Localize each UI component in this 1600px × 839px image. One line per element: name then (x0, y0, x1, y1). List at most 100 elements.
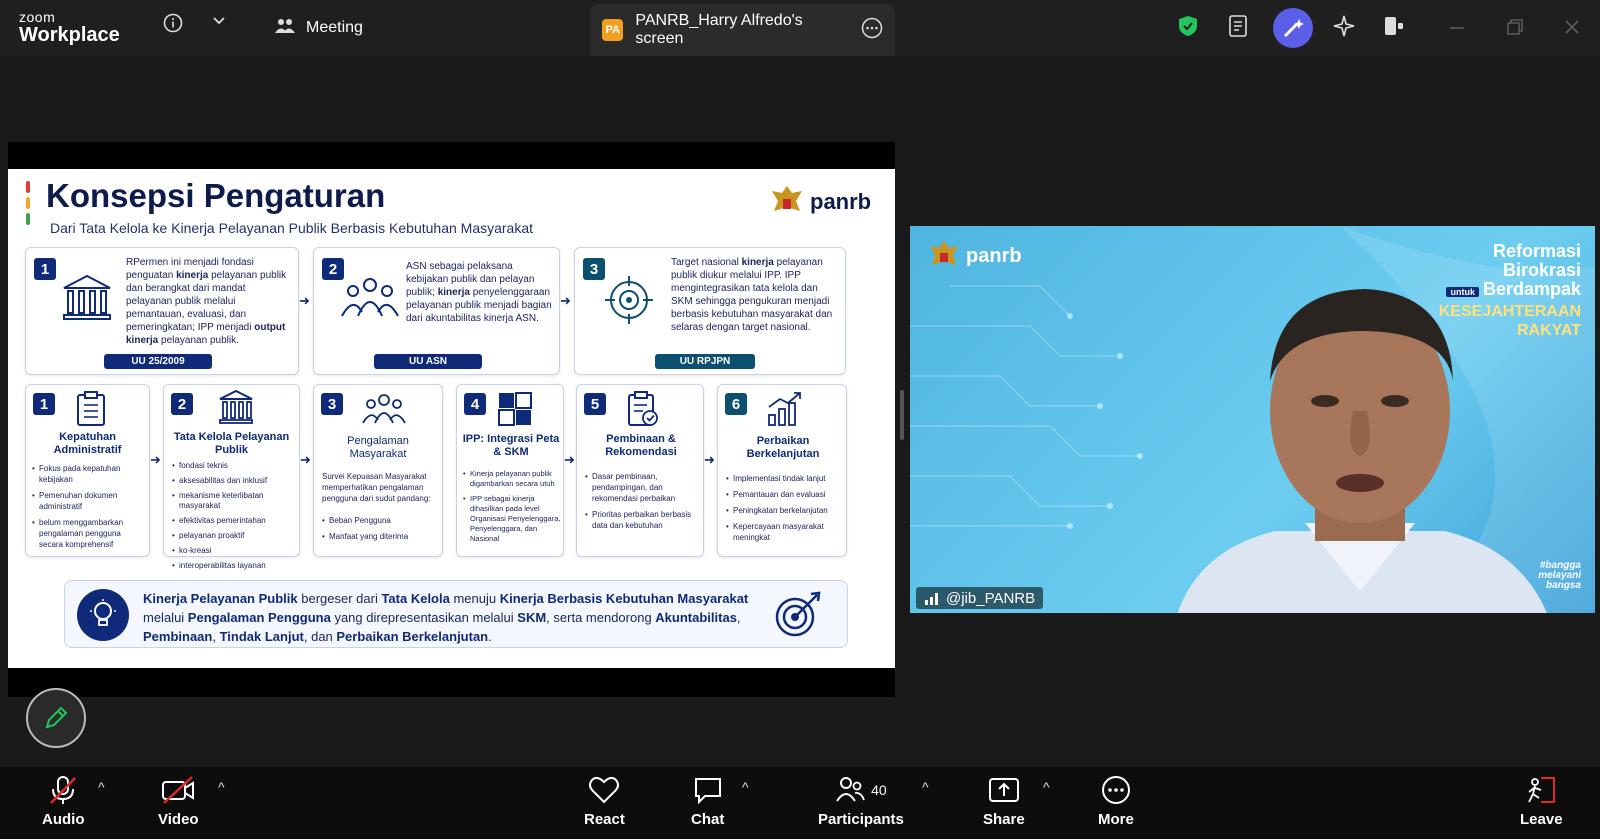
audio-label: Audio (42, 811, 85, 828)
lightbulb-icon (77, 589, 129, 641)
list-item: efektivitas pemerintahan (172, 516, 297, 526)
step-number: 5 (584, 393, 606, 415)
split-view-handle[interactable] (900, 390, 904, 440)
video-logo-text: panrb (966, 244, 1022, 267)
maximize-icon[interactable] (1505, 18, 1523, 36)
zoom-workplace-logo: zoom Workplace (19, 10, 120, 45)
close-icon[interactable] (1563, 18, 1581, 36)
institution-icon (63, 274, 111, 320)
slide-subtitle: Dari Tata Kelola ke Kinerja Pelayanan Pu… (50, 220, 534, 236)
sparkle-icon[interactable] (1332, 14, 1356, 38)
participant-video-tile[interactable]: panrb Reformasi Birokrasi untuk Berdampak… (910, 226, 1595, 613)
more-label: More (1098, 811, 1134, 828)
react-label: React (584, 811, 625, 828)
tab-shared-screen[interactable]: PA PANRB_Harry Alfredo's screen (590, 4, 895, 56)
list-item: IPP sebagai kinerja dihasilkan pada leve… (463, 494, 561, 544)
box-number: 1 (34, 258, 56, 280)
more-options-icon[interactable] (861, 17, 883, 44)
step-number: 1 (33, 393, 55, 415)
step-box-5: 5 Pembinaan & Rekomendasi Dasar pembinaa… (576, 384, 704, 557)
box-number: 3 (583, 258, 605, 280)
more-button[interactable]: More (1098, 775, 1134, 828)
step-number: 2 (171, 393, 193, 415)
tab-meeting[interactable]: Meeting (274, 14, 363, 42)
video-panrb-logo: panrb (928, 238, 1022, 274)
chat-bubble-icon (694, 778, 721, 805)
share-button[interactable]: Share (983, 775, 1025, 828)
step-title-5: Pembinaan & Rekomendasi (605, 433, 677, 458)
react-button[interactable]: React (584, 775, 625, 828)
leave-label: Leave (1520, 811, 1563, 828)
chat-options-caret[interactable]: ^ (742, 779, 749, 795)
hashtag-watermark: #bangga melayani bangsa (1538, 560, 1581, 591)
encryption-shield-icon[interactable] (1178, 15, 1198, 37)
step-title-3: Pengalaman Masyarakat (347, 435, 409, 460)
garuda-emblem-icon (772, 186, 802, 211)
audio-button[interactable]: Audio (42, 775, 85, 828)
target-crosshair-icon (605, 276, 653, 324)
video-button[interactable]: Video (158, 775, 199, 828)
chevron-down-icon[interactable] (212, 16, 226, 26)
share-options-caret[interactable]: ^ (1043, 779, 1050, 795)
video-options-caret[interactable]: ^ (218, 779, 225, 795)
checklist-icon (77, 391, 105, 426)
clipboard-check-icon (628, 391, 658, 426)
list-item: Dasar pembinaan, pendampingan, dan rekom… (585, 471, 701, 504)
list-item: Fokus pada kepatuhan kebijakan (32, 463, 147, 485)
list-item: belum menggambarkan pengalaman pengguna … (32, 517, 147, 550)
step-box-6: 6 Perbaikan Berkelanjutan Implementasi t… (717, 384, 847, 557)
participants-icon (836, 777, 865, 802)
step-list-3: Beban Pengguna Manfaat yang diterima (322, 515, 440, 547)
step-list-2: fondasi teknis aksesabilitas dan inklusif… (172, 461, 297, 576)
institution-icon (219, 389, 253, 424)
people-icon (274, 17, 296, 40)
step-title-2: Tata Kelola Pelayanan Publik (173, 431, 290, 456)
leave-door-icon (1528, 777, 1556, 803)
slogan-line-1: Reformasi (1492, 241, 1581, 261)
list-item: mekanisme keterlibatan masyarakat (172, 491, 297, 511)
arrow-right-icon: ➜ (150, 452, 161, 467)
list-item: Manfaat yang diterima (322, 531, 440, 542)
ai-companion-icon[interactable] (1273, 8, 1313, 48)
participants-label: Participants (818, 811, 904, 828)
participant-name: @jib_PANRB (946, 589, 1036, 607)
minimize-icon[interactable] (1448, 18, 1466, 36)
meeting-info-icon[interactable] (163, 13, 183, 33)
participants-button[interactable]: 40 Participants (818, 775, 904, 828)
signal-strength-icon (925, 593, 938, 605)
more-icon (1101, 776, 1130, 804)
legal-tag-uu-25-2009: UU 25/2009 (104, 354, 212, 369)
tab-meeting-label: Meeting (306, 19, 363, 36)
chat-button[interactable]: Chat (691, 775, 724, 828)
arrow-right-icon: ➜ (704, 452, 715, 467)
heart-icon (589, 776, 620, 804)
participants-options-caret[interactable]: ^ (922, 779, 929, 795)
step-title-1: Kepatuhan Administratif (53, 431, 122, 456)
legal-tag-uu-rpjpn: UU RPJPN (655, 354, 755, 369)
list-item: Peningkatan berkelanjutan (726, 505, 844, 516)
meeting-controls-toolbar: Audio ^ Video ^ React Chat ^ 40 Particip… (0, 767, 1600, 839)
annotate-button[interactable] (26, 688, 86, 748)
step-list-5: Dasar pembinaan, pendampingan, dan rekom… (585, 471, 701, 536)
audio-options-caret[interactable]: ^ (98, 779, 105, 795)
video-label: Video (158, 811, 199, 828)
title-bar: zoom Workplace Meeting PA PANRB_Harry Al… (0, 0, 1600, 56)
camera-off-icon (162, 776, 195, 804)
legal-basis-text-1: RPermen ini menjadi fondasi penguatan ki… (126, 257, 287, 346)
list-item: Implementasi tindak lanjut (726, 473, 844, 484)
speaker-figure (1177, 289, 1547, 613)
leave-button[interactable]: Leave (1520, 775, 1563, 828)
legal-basis-box-2: 2 ASN sebagai pelaksana kebijakan publik… (313, 247, 560, 375)
step-box-1: 1 Kepatuhan Administratif Fokus pada kep… (25, 384, 150, 557)
pencil-icon (45, 706, 68, 729)
legal-basis-text-3: Target nasional kinerja pelayanan publik… (671, 257, 833, 333)
step-list-6: Implementasi tindak lanjut Pemantauan dan… (726, 473, 844, 548)
notes-icon[interactable] (1228, 14, 1250, 38)
step-intro-3: Survei Kepuasan Masyarakat memperhatikan… (322, 472, 431, 503)
garuda-emblem-icon (930, 241, 958, 265)
tab-share-label: PANRB_Harry Alfredo's screen (635, 12, 803, 47)
growth-chart-icon (768, 392, 801, 426)
arrow-right-icon: ➜ (564, 452, 575, 467)
apps-icon[interactable] (1383, 15, 1405, 37)
people-group-icon (341, 278, 399, 317)
